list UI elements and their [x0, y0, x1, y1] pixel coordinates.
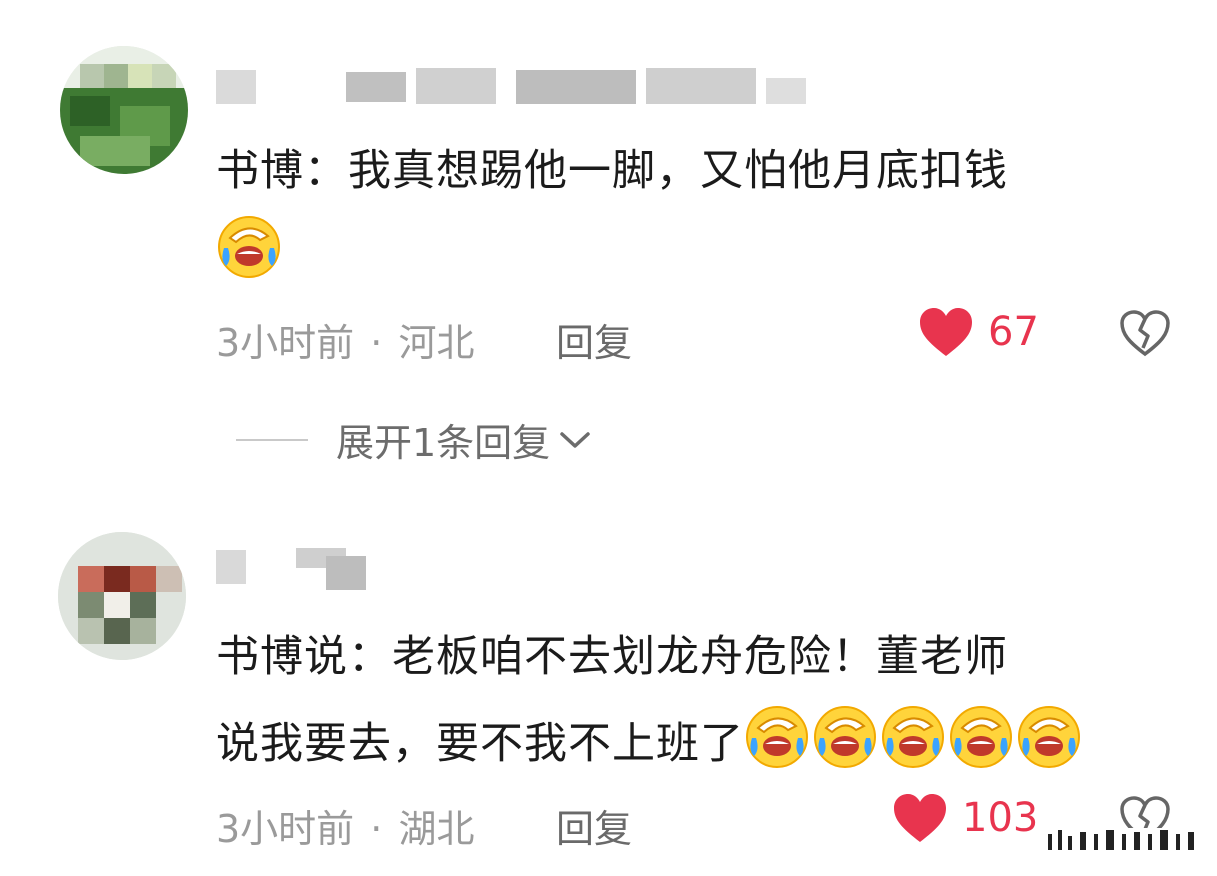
reply-button[interactable]: 回复 — [556, 798, 632, 853]
laughing-crying-emoji-icon — [880, 704, 946, 770]
comment-text-line2-row: 说我要去，要不我不上班了 — [216, 704, 1084, 775]
meta-separator: · — [370, 807, 383, 851]
like-button[interactable]: 103 — [892, 792, 1038, 844]
comment-emoji-row — [216, 214, 284, 285]
emoji-group — [744, 706, 1084, 769]
heart-icon — [920, 308, 972, 356]
expand-replies[interactable]: 展开1条回复 — [236, 412, 592, 467]
comment-text-line2: 说我要去，要不我不上班了 — [216, 719, 744, 769]
avatar[interactable] — [58, 532, 186, 660]
comment-text: 书博说：老板咱不去划龙舟危险！董老师 — [216, 626, 1008, 688]
laughing-crying-emoji-icon — [948, 704, 1014, 770]
laughing-crying-emoji-icon — [216, 214, 282, 280]
reply-button[interactable]: 回复 — [556, 312, 632, 367]
comment-meta: 3小时前 · 河北 — [216, 312, 474, 367]
comment-time: 3小时前 — [216, 321, 355, 365]
comment-time: 3小时前 — [216, 807, 355, 851]
laughing-crying-emoji-icon — [812, 704, 878, 770]
like-button[interactable]: 67 — [918, 306, 1039, 358]
meta-separator: · — [370, 321, 383, 365]
username-blurred[interactable] — [216, 546, 376, 590]
heart-icon — [894, 794, 946, 842]
comment-text-line1: 书博说：老板咱不去划龙舟危险！董老师 — [216, 632, 1008, 682]
like-count: 67 — [988, 309, 1039, 355]
comment-location: 河北 — [398, 321, 475, 365]
like-count: 103 — [962, 795, 1039, 841]
avatar[interactable] — [60, 46, 188, 174]
comment-text-line1: 书博：我真想踢他一脚，又怕他月底扣钱 — [216, 146, 1008, 196]
expand-replies-label: 展开1条回复 — [336, 421, 551, 465]
broken-heart-icon[interactable] — [1118, 308, 1172, 358]
expand-divider — [236, 438, 308, 441]
comment-text: 书博：我真想踢他一脚，又怕他月底扣钱 — [216, 140, 1008, 202]
laughing-crying-emoji-icon — [744, 704, 810, 770]
username-blurred[interactable] — [216, 64, 816, 108]
chevron-down-icon — [560, 431, 590, 448]
watermark-graphic — [1040, 828, 1210, 852]
comment-location: 湖北 — [398, 807, 475, 851]
comment-meta: 3小时前 · 湖北 — [216, 798, 474, 853]
laughing-crying-emoji-icon — [1016, 704, 1082, 770]
